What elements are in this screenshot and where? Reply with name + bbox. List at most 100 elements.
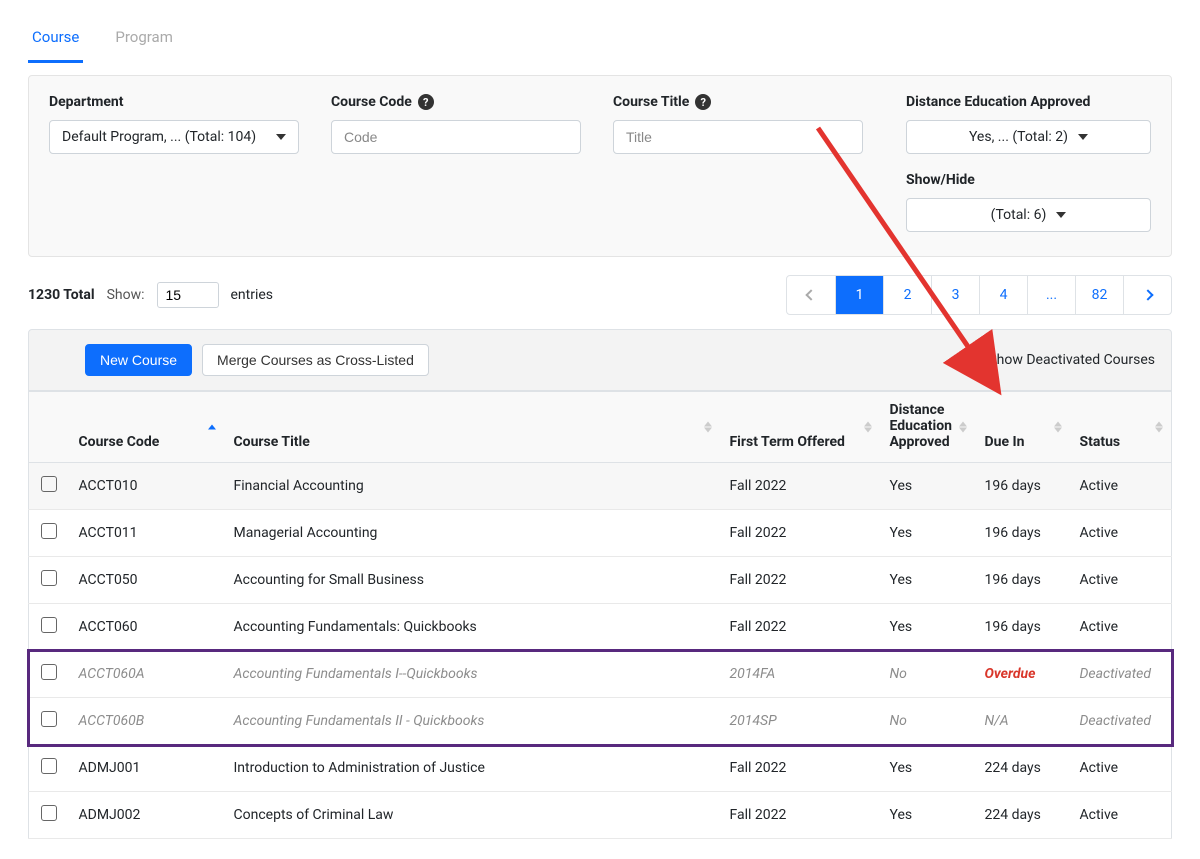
cell-due-in: 224 days xyxy=(975,792,1070,839)
merge-courses-button[interactable]: Merge Courses as Cross-Listed xyxy=(202,344,429,376)
table-row[interactable]: ACCT060BAccounting Fundamentals II - Qui… xyxy=(29,698,1172,745)
cell-due-in: 196 days xyxy=(975,557,1070,604)
sort-desc-icon xyxy=(1054,428,1062,433)
pager-page-3[interactable]: 3 xyxy=(931,276,979,314)
col-due-in[interactable]: Due In xyxy=(975,392,1070,463)
toolbar-right: Show Deactivated Courses xyxy=(964,352,1155,368)
sort-indicator xyxy=(959,422,967,433)
chevron-left-icon xyxy=(805,289,816,300)
cell-course-code: ACCT050 xyxy=(69,557,224,604)
table-row[interactable]: ADMJ002Concepts of Criminal LawFall 2022… xyxy=(29,792,1172,839)
cell-first-term: Fall 2022 xyxy=(720,463,880,510)
sort-desc-icon xyxy=(704,428,712,433)
show-deactivated-label: Show Deactivated Courses xyxy=(988,352,1155,368)
cell-course-code: ACCT011 xyxy=(69,510,224,557)
table-row[interactable]: ACCT050Accounting for Small BusinessFall… xyxy=(29,557,1172,604)
tab-course[interactable]: Course xyxy=(28,20,83,63)
table-row[interactable]: ACCT011Managerial AccountingFall 2022Yes… xyxy=(29,510,1172,557)
sort-asc-icon xyxy=(704,422,712,427)
sort-indicator xyxy=(1155,422,1163,433)
cell-course-title: Accounting Fundamentals: Quickbooks xyxy=(224,604,720,651)
row-checkbox[interactable] xyxy=(41,664,57,680)
row-checkbox[interactable] xyxy=(41,711,57,727)
col-distance-l1: Distance xyxy=(890,402,945,418)
row-checkbox[interactable] xyxy=(41,758,57,774)
col-checkbox xyxy=(29,392,69,463)
cell-first-term: Fall 2022 xyxy=(720,557,880,604)
entries-suffix: entries xyxy=(231,287,274,303)
table-toolbar: New Course Merge Courses as Cross-Listed… xyxy=(28,329,1172,391)
tabs: Course Program xyxy=(28,20,1172,63)
col-distance-l2: Education xyxy=(890,418,952,434)
cell-status: Active xyxy=(1070,510,1172,557)
help-icon[interactable]: ? xyxy=(695,94,711,110)
cell-due-in: 196 days xyxy=(975,604,1070,651)
filter-distance-dropdown[interactable]: Yes, ... (Total: 2) xyxy=(906,120,1151,154)
filter-department-value: Default Program, ... (Total: 104) xyxy=(62,129,256,145)
col-course-title-label: Course Title xyxy=(234,434,310,450)
table-row[interactable]: ACCT060Accounting Fundamentals: Quickboo… xyxy=(29,604,1172,651)
filter-showhide-dropdown[interactable]: (Total: 6) xyxy=(906,198,1151,232)
pager-page-4[interactable]: 4 xyxy=(979,276,1027,314)
cell-distance: Yes xyxy=(880,463,975,510)
show-label: Show: xyxy=(107,287,145,303)
courses-table: Course Code Course Title First Term Offe… xyxy=(28,391,1172,839)
pager-page-1[interactable]: 1 xyxy=(835,276,883,314)
table-row[interactable]: ACCT060AAccounting Fundamentals I--Quick… xyxy=(29,651,1172,698)
cell-distance: Yes xyxy=(880,557,975,604)
col-course-title[interactable]: Course Title xyxy=(224,392,720,463)
pager-page-last[interactable]: 82 xyxy=(1075,276,1123,314)
cell-status: Active xyxy=(1070,745,1172,792)
filter-course-code-label: Course Code ? xyxy=(331,94,581,110)
cell-course-code: ADMJ001 xyxy=(69,745,224,792)
pager: 1 2 3 4 ... 82 xyxy=(786,275,1172,315)
pager-ellipsis: ... xyxy=(1027,276,1075,314)
cell-course-code: ACCT060 xyxy=(69,604,224,651)
col-status[interactable]: Status xyxy=(1070,392,1172,463)
tab-program[interactable]: Program xyxy=(111,20,176,63)
cell-course-title: Accounting for Small Business xyxy=(224,557,720,604)
table-row[interactable]: ACCT010Financial AccountingFall 2022Yes1… xyxy=(29,463,1172,510)
sort-asc-icon xyxy=(1054,422,1062,427)
row-checkbox[interactable] xyxy=(41,476,57,492)
cell-status: Active xyxy=(1070,792,1172,839)
cell-first-term: Fall 2022 xyxy=(720,604,880,651)
filter-course-title-input[interactable] xyxy=(613,120,863,154)
pager-page-2[interactable]: 2 xyxy=(883,276,931,314)
row-checkbox[interactable] xyxy=(41,617,57,633)
cell-status: Deactivated xyxy=(1070,698,1172,745)
entries-input[interactable] xyxy=(157,282,219,308)
filter-course-title: Course Title ? xyxy=(613,94,863,232)
sort-indicator xyxy=(1054,422,1062,433)
show-deactivated-checkbox[interactable] xyxy=(964,352,980,368)
filter-panel: Department Default Program, ... (Total: … xyxy=(28,75,1172,257)
table-row[interactable]: ADMJ001Introduction to Administration of… xyxy=(29,745,1172,792)
chevron-right-icon xyxy=(1142,289,1153,300)
filter-course-code-input[interactable] xyxy=(331,120,581,154)
cell-course-title: Financial Accounting xyxy=(224,463,720,510)
filter-course-title-label-text: Course Title xyxy=(613,94,689,110)
row-checkbox[interactable] xyxy=(41,570,57,586)
col-course-code[interactable]: Course Code xyxy=(69,392,224,463)
help-icon[interactable]: ? xyxy=(418,94,434,110)
table-header-row: Course Code Course Title First Term Offe… xyxy=(29,392,1172,463)
row-checkbox[interactable] xyxy=(41,805,57,821)
sort-asc-icon xyxy=(1155,422,1163,427)
sort-indicator xyxy=(864,422,872,433)
page-container: Course Program Department Default Progra… xyxy=(28,20,1172,839)
cell-status: Active xyxy=(1070,463,1172,510)
cell-status: Deactivated xyxy=(1070,651,1172,698)
col-first-term[interactable]: First Term Offered xyxy=(720,392,880,463)
col-distance-edu[interactable]: Distance Education Approved xyxy=(880,392,975,463)
new-course-button[interactable]: New Course xyxy=(85,344,192,376)
midbar-left: 1230 Total Show: entries xyxy=(28,282,273,308)
filter-course-title-label: Course Title ? xyxy=(613,94,863,110)
row-checkbox[interactable] xyxy=(41,523,57,539)
cell-distance: Yes xyxy=(880,604,975,651)
filter-distance-value: Yes, ... (Total: 2) xyxy=(969,129,1068,145)
filter-department-dropdown[interactable]: Default Program, ... (Total: 104) xyxy=(49,120,299,154)
pager-next[interactable] xyxy=(1123,276,1171,314)
filter-course-code-label-text: Course Code xyxy=(331,94,412,110)
cell-distance: Yes xyxy=(880,510,975,557)
pager-prev[interactable] xyxy=(787,276,835,314)
